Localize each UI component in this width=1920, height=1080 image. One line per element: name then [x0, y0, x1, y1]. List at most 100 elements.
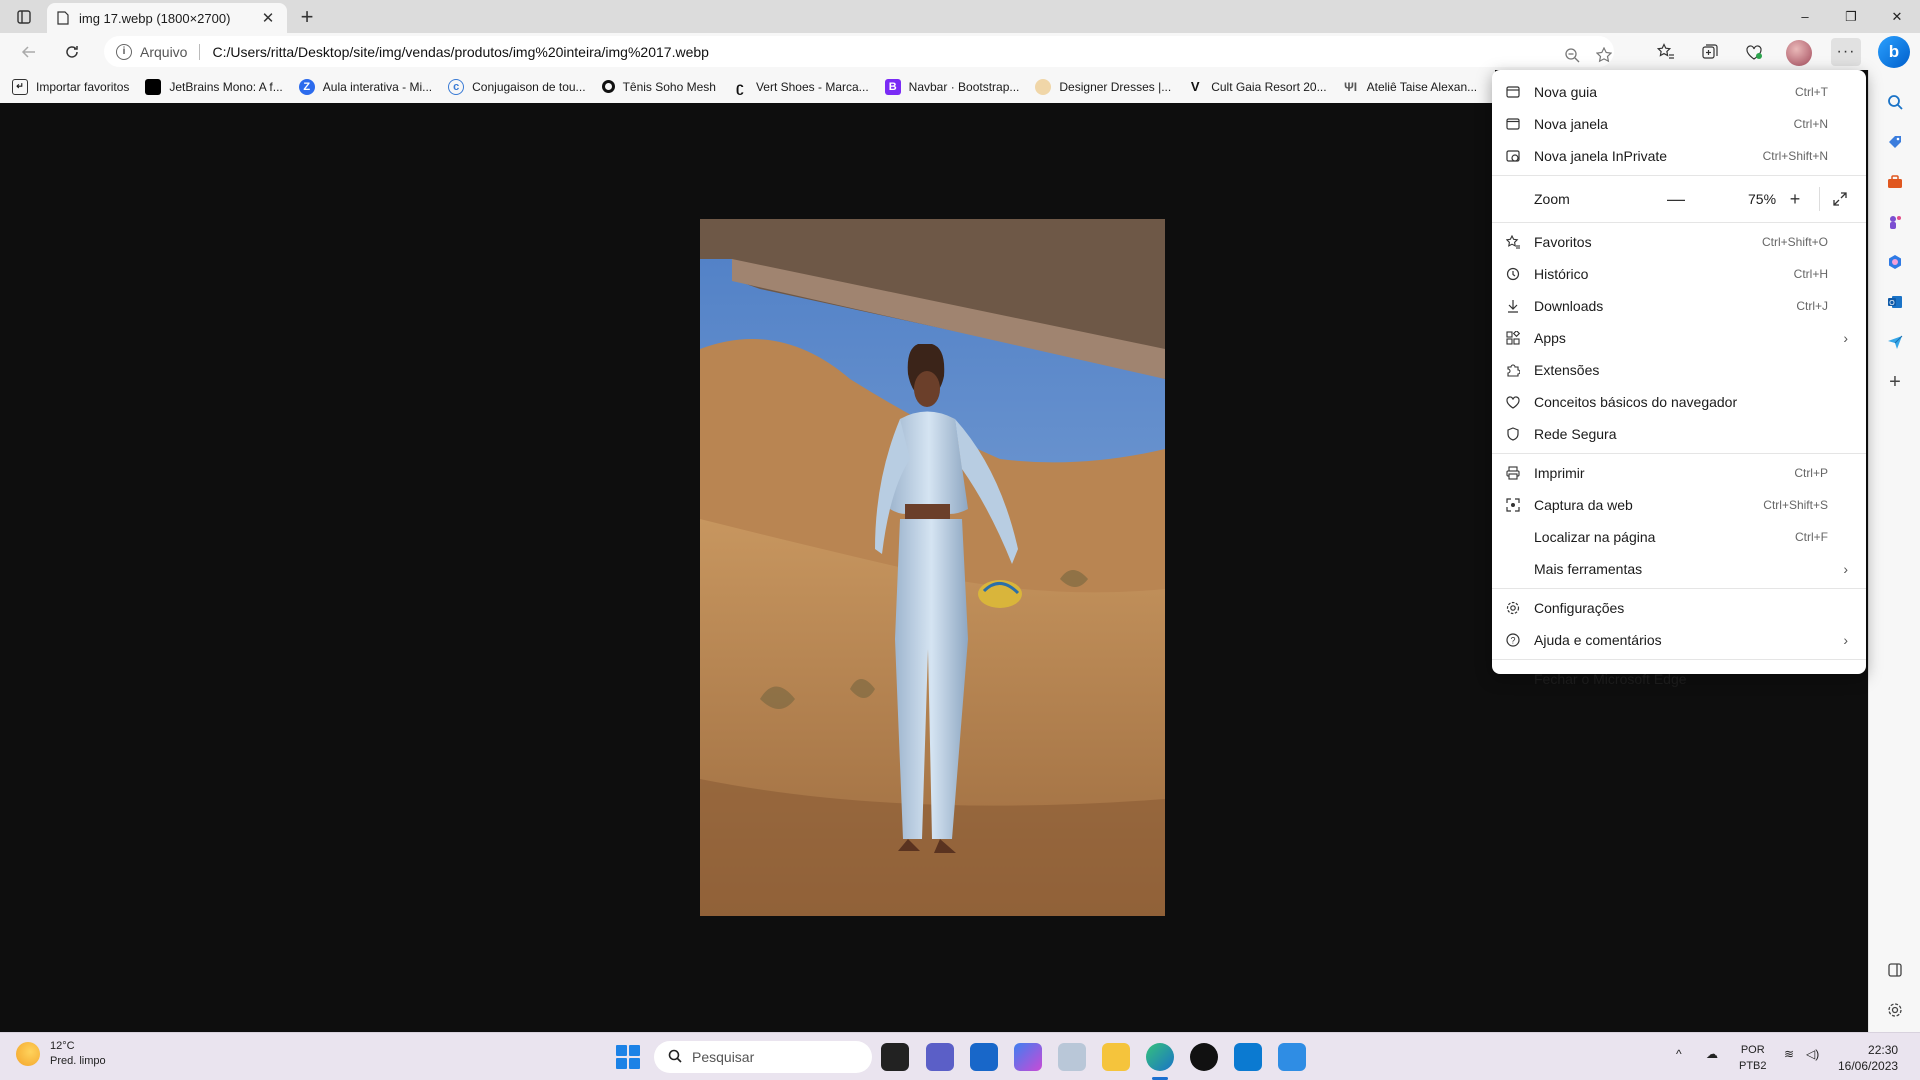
tab-close-button[interactable]: ✕: [259, 9, 277, 27]
favorite-item[interactable]: ΨΙ Ateliê Taise Alexan...: [1343, 79, 1478, 95]
menu-item-favorites[interactable]: Favoritos Ctrl+Shift+O: [1492, 226, 1866, 258]
favorite-item[interactable]: V Cult Gaia Resort 20...: [1187, 79, 1327, 95]
task-view-icon[interactable]: [881, 1043, 909, 1071]
send-icon[interactable]: [1883, 330, 1907, 354]
edge-taskbar-icon[interactable]: [1146, 1043, 1174, 1071]
zoom-plus-button[interactable]: +: [1783, 187, 1807, 211]
clock-date: 16/06/2023: [1838, 1059, 1899, 1073]
github-icon[interactable]: [1190, 1043, 1218, 1071]
search-icon[interactable]: [1883, 90, 1907, 114]
favorite-item[interactable]: JetBrains Mono: A f...: [145, 78, 283, 95]
menu-item-secure-network[interactable]: Rede Segura: [1492, 418, 1866, 450]
volume-icon[interactable]: ◁): [1806, 1047, 1819, 1061]
favorite-item[interactable]: Z Aula interativa - Mi...: [298, 78, 432, 95]
help-icon: ?: [1505, 632, 1521, 648]
menu-shortcut: Ctrl+T: [1795, 85, 1828, 99]
windows-start-icon[interactable]: [616, 1045, 640, 1069]
copilot-icon[interactable]: [1014, 1043, 1042, 1071]
favorite-item[interactable]: B Navbar · Bootstrap...: [884, 78, 1019, 95]
zoom-label: Zoom: [1534, 191, 1570, 207]
app-icon[interactable]: [1058, 1043, 1086, 1071]
minimize-button[interactable]: –: [1782, 0, 1828, 33]
microsoft-store-icon[interactable]: [970, 1043, 998, 1071]
weather-widget[interactable]: 12°C Pred. limpo: [16, 1039, 106, 1069]
menu-item-help[interactable]: ? Ajuda e comentários ›: [1492, 624, 1866, 656]
secure-network-icon: [1505, 426, 1521, 442]
outlook-icon[interactable]: O: [1883, 290, 1907, 314]
hide-sidebar-icon[interactable]: [1883, 958, 1907, 982]
menu-item-find-on-page[interactable]: Localizar na página Ctrl+F: [1492, 521, 1866, 553]
wifi-icon[interactable]: ≋: [1784, 1047, 1794, 1061]
games-icon[interactable]: [1883, 210, 1907, 234]
refresh-button[interactable]: [57, 37, 87, 67]
bing-chat-icon[interactable]: b: [1878, 36, 1910, 68]
system-clock[interactable]: 22:30 16/06/2023: [1838, 1042, 1898, 1074]
download-icon: [1505, 298, 1521, 314]
menu-item-web-capture[interactable]: Captura da web Ctrl+Shift+S: [1492, 489, 1866, 521]
cloud-offline-icon[interactable]: ☁: [1706, 1047, 1718, 1061]
favorite-star-icon[interactable]: [1594, 45, 1614, 65]
address-bar[interactable]: i Arquivo C:/Users/ritta/Desktop/site/im…: [104, 36, 1614, 67]
favorite-item[interactable]: ʗ Vert Shoes - Marca...: [732, 79, 869, 95]
menu-item-new-window[interactable]: Nova janela Ctrl+N: [1492, 108, 1866, 140]
info-icon[interactable]: i: [116, 43, 132, 60]
weather-desc: Pred. limpo: [50, 1055, 106, 1067]
collections-icon[interactable]: [1695, 38, 1725, 66]
menu-item-downloads[interactable]: Downloads Ctrl+J: [1492, 290, 1866, 322]
paint-icon[interactable]: [1278, 1043, 1306, 1071]
active-tab[interactable]: img 17.webp (1800×2700) ✕: [47, 3, 287, 33]
language-indicator[interactable]: POR PTB2: [1739, 1042, 1767, 1074]
profile-avatar[interactable]: [1786, 40, 1812, 66]
new-tab-button[interactable]: +: [294, 4, 320, 30]
fullscreen-icon[interactable]: [1828, 187, 1852, 211]
settings-and-more-button[interactable]: ···: [1831, 38, 1861, 66]
menu-item-new-inprivate[interactable]: Nova janela InPrivate Ctrl+Shift+N: [1492, 140, 1866, 172]
menu-item-history[interactable]: Histórico Ctrl+H: [1492, 258, 1866, 290]
address-scheme: Arquivo: [140, 43, 188, 60]
restore-button[interactable]: ❐: [1828, 0, 1874, 33]
menu-label: Imprimir: [1534, 465, 1585, 481]
jetbrains-icon: [145, 78, 162, 95]
favorites-bar-icon[interactable]: [1651, 38, 1681, 66]
chevron-up-icon[interactable]: ^: [1676, 1047, 1682, 1061]
tab-actions-button[interactable]: [10, 5, 38, 29]
zoom-out-icon[interactable]: [1562, 45, 1582, 65]
menu-shortcut: Ctrl+N: [1793, 117, 1828, 131]
favorite-label: Ateliê Taise Alexan...: [1366, 79, 1478, 94]
menu-item-print[interactable]: Imprimir Ctrl+P: [1492, 457, 1866, 489]
file-explorer-icon[interactable]: [1102, 1043, 1130, 1071]
menu-item-new-tab[interactable]: Nova guia Ctrl+T: [1492, 76, 1866, 108]
menu-item-settings[interactable]: Configurações: [1492, 592, 1866, 624]
menu-item-more-tools[interactable]: Mais ferramentas ›: [1492, 553, 1866, 585]
favorite-item[interactable]: Designer Dresses |...: [1035, 78, 1171, 95]
clock-time: 22:30: [1868, 1043, 1899, 1057]
menu-label: Nova guia: [1534, 84, 1598, 100]
back-button[interactable]: [14, 37, 44, 67]
vscode-icon[interactable]: [1234, 1043, 1262, 1071]
menu-label: Apps: [1534, 330, 1566, 346]
office-icon[interactable]: [1883, 250, 1907, 274]
bootstrap-icon: B: [884, 78, 901, 95]
menu-item-close-edge[interactable]: Fechar o Microsoft Edge: [1492, 663, 1866, 695]
browser-essentials-icon[interactable]: [1739, 38, 1769, 66]
menu-item-extensions[interactable]: Extensões: [1492, 354, 1866, 386]
zoom-minus-button[interactable]: —: [1664, 187, 1688, 211]
tools-icon[interactable]: [1883, 170, 1907, 194]
favorite-item[interactable]: ↵ Importar favoritos: [12, 78, 129, 95]
menu-label: Configurações: [1534, 600, 1625, 616]
menu-divider: [1492, 222, 1866, 223]
address-url[interactable]: C:/Users/ritta/Desktop/site/img/vendas/p…: [212, 44, 708, 60]
favorites-bar: ↵ Importar favoritos JetBrains Mono: A f.…: [0, 70, 1495, 103]
menu-shortcut: Ctrl+Shift+O: [1761, 235, 1828, 249]
add-sidebar-app-icon[interactable]: +: [1883, 370, 1907, 394]
close-window-button[interactable]: ✕: [1874, 0, 1920, 33]
teams-chat-icon[interactable]: [926, 1043, 954, 1071]
favorite-item[interactable]: c Conjugaison de tou...: [448, 78, 586, 95]
taskbar-search-box[interactable]: Pesquisar: [654, 1041, 872, 1073]
shopping-icon[interactable]: [1883, 130, 1907, 154]
sidebar-settings-icon[interactable]: [1883, 998, 1907, 1022]
zoom-separator: [1819, 187, 1820, 211]
favorite-item[interactable]: Tênis Soho Mesh: [601, 80, 716, 94]
menu-item-browser-essentials[interactable]: Conceitos básicos do navegador: [1492, 386, 1866, 418]
menu-item-apps[interactable]: Apps ›: [1492, 322, 1866, 354]
